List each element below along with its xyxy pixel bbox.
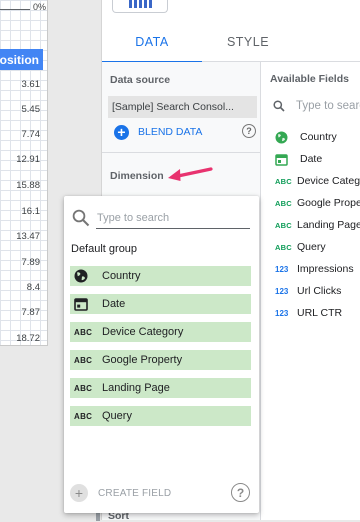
field-label: URL CTR xyxy=(297,307,343,319)
field-label: Impressions xyxy=(297,263,354,275)
text-type-icon: ABC xyxy=(275,198,292,208)
table-cell: 7.89 xyxy=(21,257,41,268)
field-label: Date xyxy=(300,153,323,165)
tab-style-label: STYLE xyxy=(226,35,270,49)
field-url-clicks[interactable]: 123 Url Clicks xyxy=(275,283,341,299)
dropdown-item-device-category[interactable]: ABC Device Category xyxy=(70,322,251,342)
dropdown-item-label: Country xyxy=(102,270,141,282)
panel-tabs: DATA STYLE xyxy=(102,22,360,63)
dropdown-item-query[interactable]: ABC Query xyxy=(70,406,251,426)
table-chart-icon[interactable] xyxy=(112,0,168,13)
create-field-label: CREATE FIELD xyxy=(98,487,172,499)
dropdown-item-date[interactable]: Date xyxy=(70,294,251,314)
text-type-icon: ABC xyxy=(74,355,93,365)
dropdown-search-input[interactable] xyxy=(96,207,250,229)
search-icon xyxy=(72,209,90,227)
table-cell: 3.61 xyxy=(21,79,41,90)
text-type-icon: ABC xyxy=(74,383,93,393)
dimension-title: Dimension xyxy=(110,170,164,182)
field-date[interactable]: Date xyxy=(275,151,322,167)
section-divider xyxy=(102,152,260,153)
table-cell: 12.91 xyxy=(16,154,40,165)
dimension-picker-dropdown: Default group Country Date ABC Device Ca… xyxy=(64,196,259,513)
dropdown-item-google-property[interactable]: ABC Google Property xyxy=(70,350,251,370)
field-label: Device Category xyxy=(297,175,360,187)
field-query[interactable]: ABC Query xyxy=(275,239,326,255)
globe-icon xyxy=(74,269,88,283)
tab-style[interactable]: STYLE xyxy=(198,22,298,62)
field-url-ctr[interactable]: 123 URL CTR xyxy=(275,305,342,321)
help-icon[interactable]: ? xyxy=(242,124,256,138)
annotation-arrow-icon xyxy=(168,167,213,181)
field-impressions[interactable]: 123 Impressions xyxy=(275,261,354,277)
text-type-icon: ABC xyxy=(275,220,292,230)
tab-data-label: DATA xyxy=(135,35,169,49)
dropdown-item-country[interactable]: Country xyxy=(70,266,251,286)
help-icon[interactable]: ? xyxy=(231,483,250,502)
available-fields-title: Available Fields xyxy=(270,73,349,85)
table-cell: 16.1 xyxy=(21,206,41,217)
table-cell: 15.88 xyxy=(16,180,40,191)
dropdown-search xyxy=(72,206,252,230)
column-header-position[interactable]: Position xyxy=(0,49,43,70)
field-landing-page[interactable]: ABC Landing Page xyxy=(275,217,360,233)
text-type-icon: ABC xyxy=(275,176,292,186)
field-google-property[interactable]: ABC Google Property xyxy=(275,195,360,211)
field-label: Google Property xyxy=(297,197,360,209)
number-type-icon: 123 xyxy=(275,286,289,296)
number-type-icon: 123 xyxy=(275,264,289,274)
field-label: Country xyxy=(300,131,337,143)
table-cell: 13.47 xyxy=(16,231,40,242)
available-fields-search-placeholder: Type to search xyxy=(296,100,360,112)
field-label: Query xyxy=(297,241,326,253)
text-type-icon: ABC xyxy=(74,327,93,337)
field-device-category[interactable]: ABC Device Category xyxy=(275,173,360,189)
number-type-icon: 123 xyxy=(275,308,289,318)
table-cell: 5.45 xyxy=(21,104,41,115)
search-icon xyxy=(273,100,285,112)
field-country[interactable]: Country xyxy=(275,129,337,145)
table-cell: 7.87 xyxy=(21,307,41,318)
table-chart[interactable]: 0% Position 3.61 5.45 7.74 12.91 15.88 1… xyxy=(0,0,48,346)
available-fields-column: Available Fields Type to search Country … xyxy=(261,62,360,520)
table-cell: 8.4 xyxy=(26,282,40,293)
table-cell: 18.72 xyxy=(16,333,40,344)
calendar-icon xyxy=(275,153,288,166)
dropdown-item-label: Landing Page xyxy=(102,382,170,394)
blend-data-button[interactable]: + BLEND DATA ? xyxy=(114,123,259,141)
group-label: Default group xyxy=(71,243,138,255)
bar-axis-label: 0% xyxy=(33,2,47,12)
create-field-row: + CREATE FIELD ? xyxy=(70,483,251,503)
text-type-icon: ABC xyxy=(74,411,93,421)
data-source-title: Data source xyxy=(110,74,171,86)
dropdown-item-label: Query xyxy=(102,410,132,422)
dropdown-item-label: Date xyxy=(102,298,126,310)
dropdown-item-label: Device Category xyxy=(102,326,184,338)
field-label: Landing Page xyxy=(297,219,360,231)
add-icon: + xyxy=(114,124,129,140)
text-type-icon: ABC xyxy=(275,242,292,252)
data-source-selector[interactable]: [Sample] Search Consol... xyxy=(108,96,257,118)
create-field-button[interactable]: + xyxy=(70,484,88,502)
blend-data-label: BLEND DATA xyxy=(138,126,203,138)
dropdown-item-label: Google Property xyxy=(102,354,183,366)
dropdown-item-landing-page[interactable]: ABC Landing Page xyxy=(70,378,251,398)
globe-icon xyxy=(275,131,288,143)
calendar-icon xyxy=(74,298,88,311)
bar-axis-line xyxy=(0,9,30,10)
field-label: Url Clicks xyxy=(297,285,342,297)
table-cell: 7.74 xyxy=(21,129,41,140)
tab-data[interactable]: DATA xyxy=(102,22,202,63)
available-fields-search[interactable]: Type to search xyxy=(273,96,360,116)
